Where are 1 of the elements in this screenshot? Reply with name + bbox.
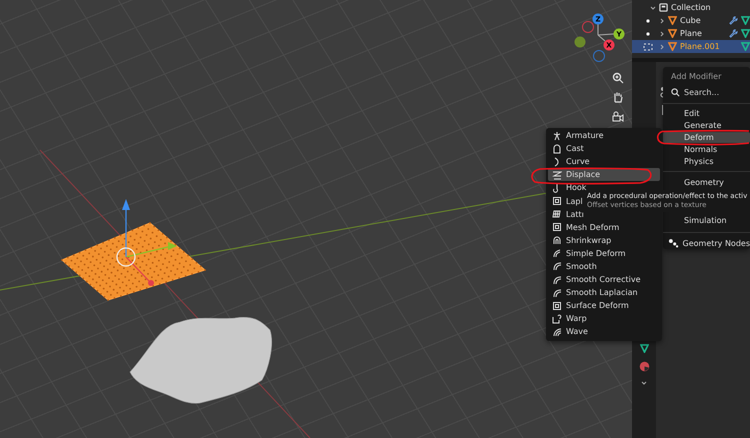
menu-title: Add Modifier — [670, 71, 722, 83]
